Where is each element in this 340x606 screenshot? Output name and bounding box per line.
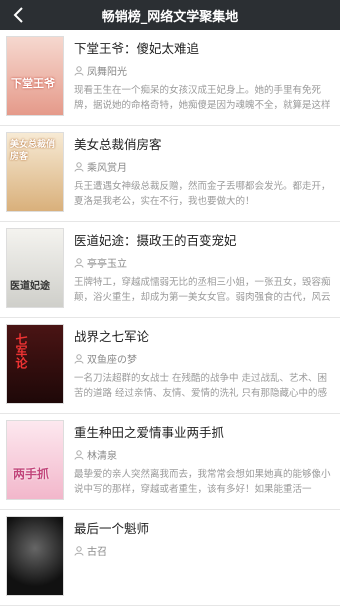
book-title: 重生种田之爱情事业两手抓 (74, 425, 225, 440)
person-icon (74, 353, 84, 364)
book-title: 战界之七军论 (74, 329, 150, 344)
person-icon (74, 65, 84, 76)
cover-title: 下堂王爷 (11, 77, 55, 90)
book-description: 一名刀法超群的女战士 在残酷的战争中 走过战乱、艺术、困苦的道路 经过亲情、友情… (74, 373, 328, 399)
book-author: 凤舞阳光 (74, 63, 334, 78)
book-title: 美女总裁俏房客 (74, 137, 162, 152)
book-cover: 两手抓 (6, 420, 64, 500)
page-title: 畅销榜_网络文学聚集地 (101, 9, 239, 25)
book-description: 最挚爱的亲人突然离我而去，我常常会想如果她真的能够像小说中写的那样，穿越或者重生… (74, 469, 331, 495)
back-button[interactable] (6, 0, 30, 30)
book-description (74, 563, 334, 593)
book-description: 王牌特工，穿越成懦弱无比的丞相三小姐，一张丑女，毁容痴颠，浴火重生，却成为第一美… (74, 277, 331, 303)
person-icon (74, 449, 84, 460)
book-cover (6, 516, 64, 596)
book-author: 乘风赏月 (74, 159, 334, 174)
book-author-name: 亭亭玉立 (87, 259, 127, 270)
book-item[interactable]: 医道妃途 医道妃途：摄政王的百变宠妃 亭亭玉立 王牌特工，穿越成懦弱无比的丞相三… (0, 222, 340, 318)
book-cover: 美女总裁俏房客 (6, 132, 64, 212)
book-item[interactable]: 最后一个魁师 古召 (0, 510, 340, 606)
book-description: 兵王遭遇女神级总裁反赠，然而金子丢哪都会发光。都走开，夏洛是我老公，实在不行，我… (74, 181, 331, 207)
book-item[interactable]: 美女总裁俏房客 美女总裁俏房客 乘风赏月 兵王遭遇女神级总裁反赠，然而金子丢哪都… (0, 126, 340, 222)
book-cover: 下堂王爷 (6, 36, 64, 116)
person-icon (74, 257, 84, 268)
book-cover: 七军论 (6, 324, 64, 404)
book-author-name: 双鱼座の梦 (87, 355, 137, 366)
cover-title: 医道妃途 (10, 281, 50, 292)
book-author: 双鱼座の梦 (74, 351, 334, 366)
person-icon (74, 161, 84, 172)
book-item[interactable]: 两手抓 重生种田之爱情事业两手抓 林清泉 最挚爱的亲人突然离我而去，我常常会想如… (0, 414, 340, 510)
cover-title: 七军论 (14, 333, 28, 369)
chevron-left-icon (13, 7, 23, 23)
book-item[interactable]: 七军论 战界之七军论 双鱼座の梦 一名刀法超群的女战士 在残酷的战争中 走过战乱… (0, 318, 340, 414)
book-author-name: 古召 (87, 547, 107, 558)
cover-title: 两手抓 (13, 467, 50, 481)
book-author-name: 凤舞阳光 (87, 67, 127, 78)
book-author-name: 林清泉 (87, 451, 117, 462)
cover-title: 美女总裁俏房客 (10, 140, 56, 162)
book-list: 下堂王爷 下堂王爷：傻妃太难追 凤舞阳光 现看王生在一个痴呆的女孩汉成王妃身上。… (0, 30, 340, 606)
book-title: 医道妃途：摄政王的百变宠妃 (74, 233, 237, 248)
book-author: 亭亭玉立 (74, 255, 334, 270)
book-author: 林清泉 (74, 447, 334, 462)
book-description: 现看王生在一个痴呆的女孩汉成王妃身上。她的手里有免死牌，据说她的命格奇特，她痴傻… (74, 85, 331, 111)
book-author: 古召 (74, 543, 334, 558)
top-bar: 畅销榜_网络文学聚集地 (0, 0, 340, 30)
book-cover: 医道妃途 (6, 228, 64, 308)
book-title: 下堂王爷：傻妃太难追 (74, 41, 200, 56)
person-icon (74, 545, 84, 556)
book-author-name: 乘风赏月 (87, 163, 127, 174)
book-title: 最后一个魁师 (74, 521, 150, 536)
book-item[interactable]: 下堂王爷 下堂王爷：傻妃太难追 凤舞阳光 现看王生在一个痴呆的女孩汉成王妃身上。… (0, 30, 340, 126)
